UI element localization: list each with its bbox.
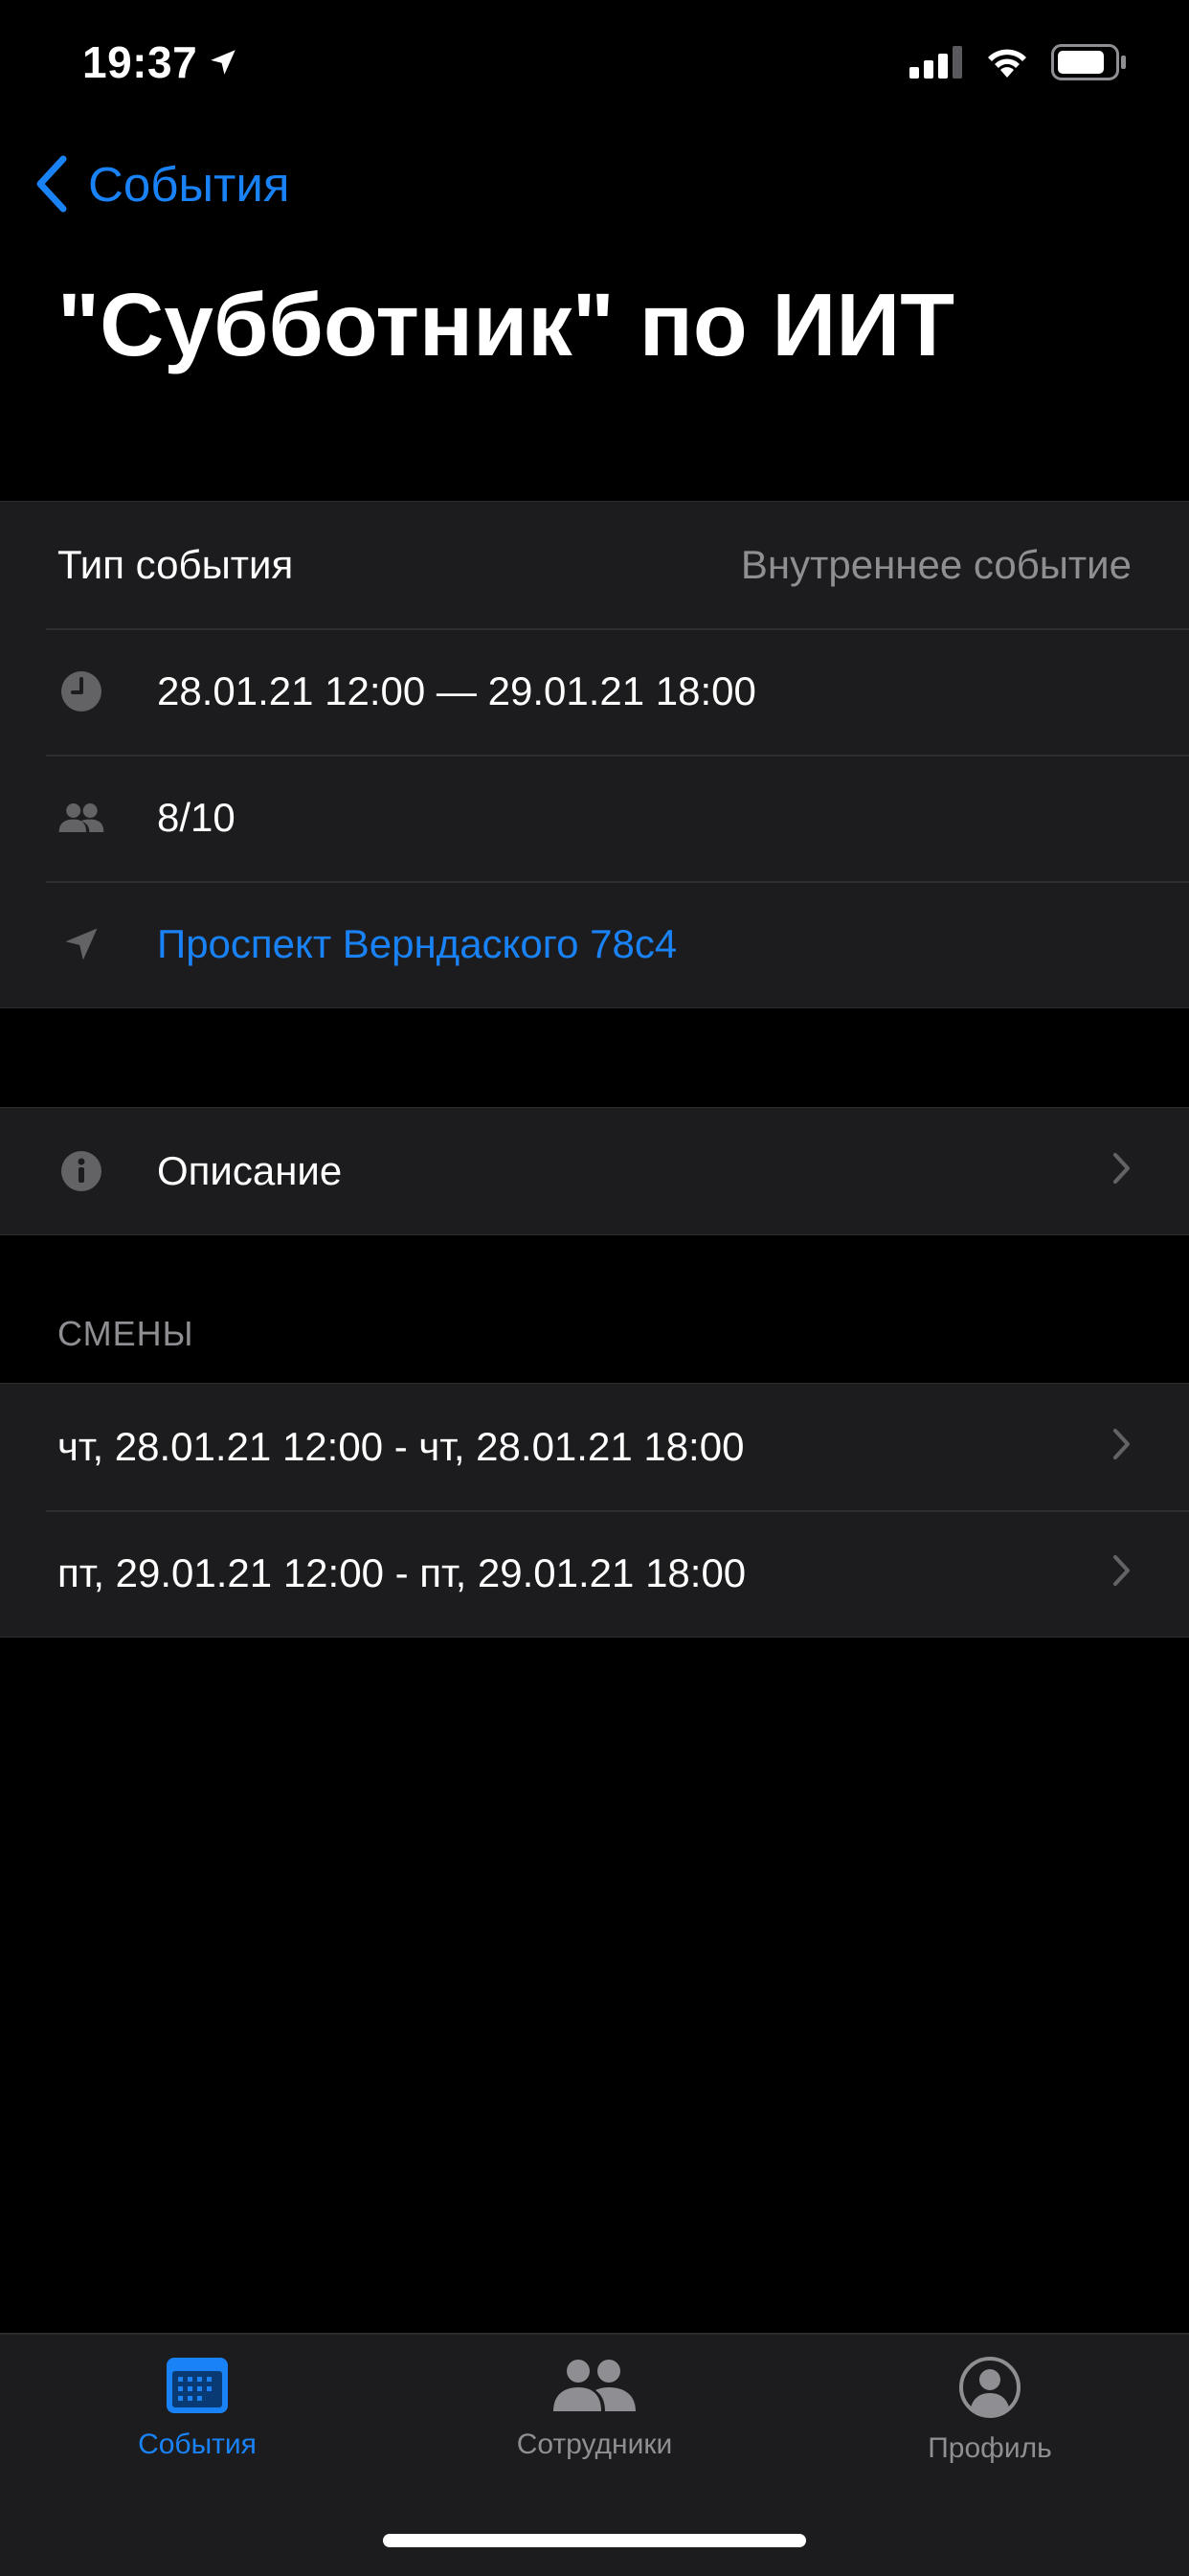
status-time: 19:37	[82, 36, 239, 88]
wifi-icon	[988, 49, 1026, 78]
status-time-text: 19:37	[82, 37, 198, 87]
datetime-value: 28.01.21 12:00 — 29.01.21 18:00	[157, 668, 756, 713]
event-type-row: Тип события Внутреннее событие	[0, 502, 1189, 628]
home-indicator	[383, 2534, 806, 2547]
shift-row[interactable]: пт, 29.01.21 12:00 - пт, 29.01.21 18:00	[0, 1510, 1189, 1637]
shifts-section-header: СМЕНЫ	[57, 1314, 194, 1353]
location-arrow-icon	[211, 50, 236, 75]
datetime-row: 28.01.21 12:00 — 29.01.21 18:00	[0, 628, 1189, 755]
calendar-icon	[167, 2358, 228, 2413]
description-label: Описание	[157, 1148, 343, 1193]
description-group: Описание	[0, 1107, 1189, 1235]
address-row[interactable]: Проспект Верндаского 78с4	[0, 881, 1189, 1007]
cellular-signal-icon	[909, 46, 962, 79]
participants-row: 8/10	[0, 755, 1189, 881]
status-indicators	[909, 44, 1128, 80]
description-row[interactable]: Описание	[0, 1108, 1189, 1234]
address-link[interactable]: Проспект Верндаского 78с4	[157, 921, 677, 967]
tab-profile[interactable]: Профиль	[846, 2356, 1133, 2465]
clock-icon	[57, 667, 105, 715]
event-type-value: Внутреннее событие	[740, 542, 1132, 587]
shift-row[interactable]: чт, 28.01.21 12:00 - чт, 28.01.21 18:00	[0, 1384, 1189, 1510]
event-type-label: Тип события	[57, 542, 294, 587]
chevron-right-icon	[1112, 1424, 1132, 1470]
page-title: "Субботник" по ИИТ	[57, 275, 955, 374]
tab-events[interactable]: События	[54, 2356, 341, 2461]
people-icon	[57, 794, 105, 842]
info-icon	[57, 1147, 105, 1195]
shift-label: чт, 28.01.21 12:00 - чт, 28.01.21 18:00	[57, 1424, 745, 1469]
profile-icon	[959, 2357, 1021, 2418]
battery-icon	[1051, 44, 1126, 80]
chevron-right-icon	[1112, 1148, 1132, 1194]
shifts-group: чт, 28.01.21 12:00 - чт, 28.01.21 18:00 …	[0, 1383, 1189, 1638]
tab-events-label: События	[138, 2429, 257, 2460]
participants-value: 8/10	[157, 795, 236, 840]
chevron-right-icon	[1112, 1550, 1132, 1596]
back-button-label: События	[88, 156, 290, 212]
event-info-group: Тип события Внутреннее событие 28.01.21 …	[0, 501, 1189, 1008]
tab-employees-label: Сотрудники	[516, 2429, 673, 2460]
people-icon	[553, 2360, 636, 2411]
location-arrow-icon	[57, 920, 105, 968]
tab-profile-label: Профиль	[928, 2432, 1052, 2464]
chevron-left-icon	[36, 155, 67, 213]
shift-label: пт, 29.01.21 12:00 - пт, 29.01.21 18:00	[57, 1550, 747, 1595]
back-button[interactable]: События	[33, 155, 290, 213]
tab-employees[interactable]: Сотрудники	[451, 2356, 738, 2461]
